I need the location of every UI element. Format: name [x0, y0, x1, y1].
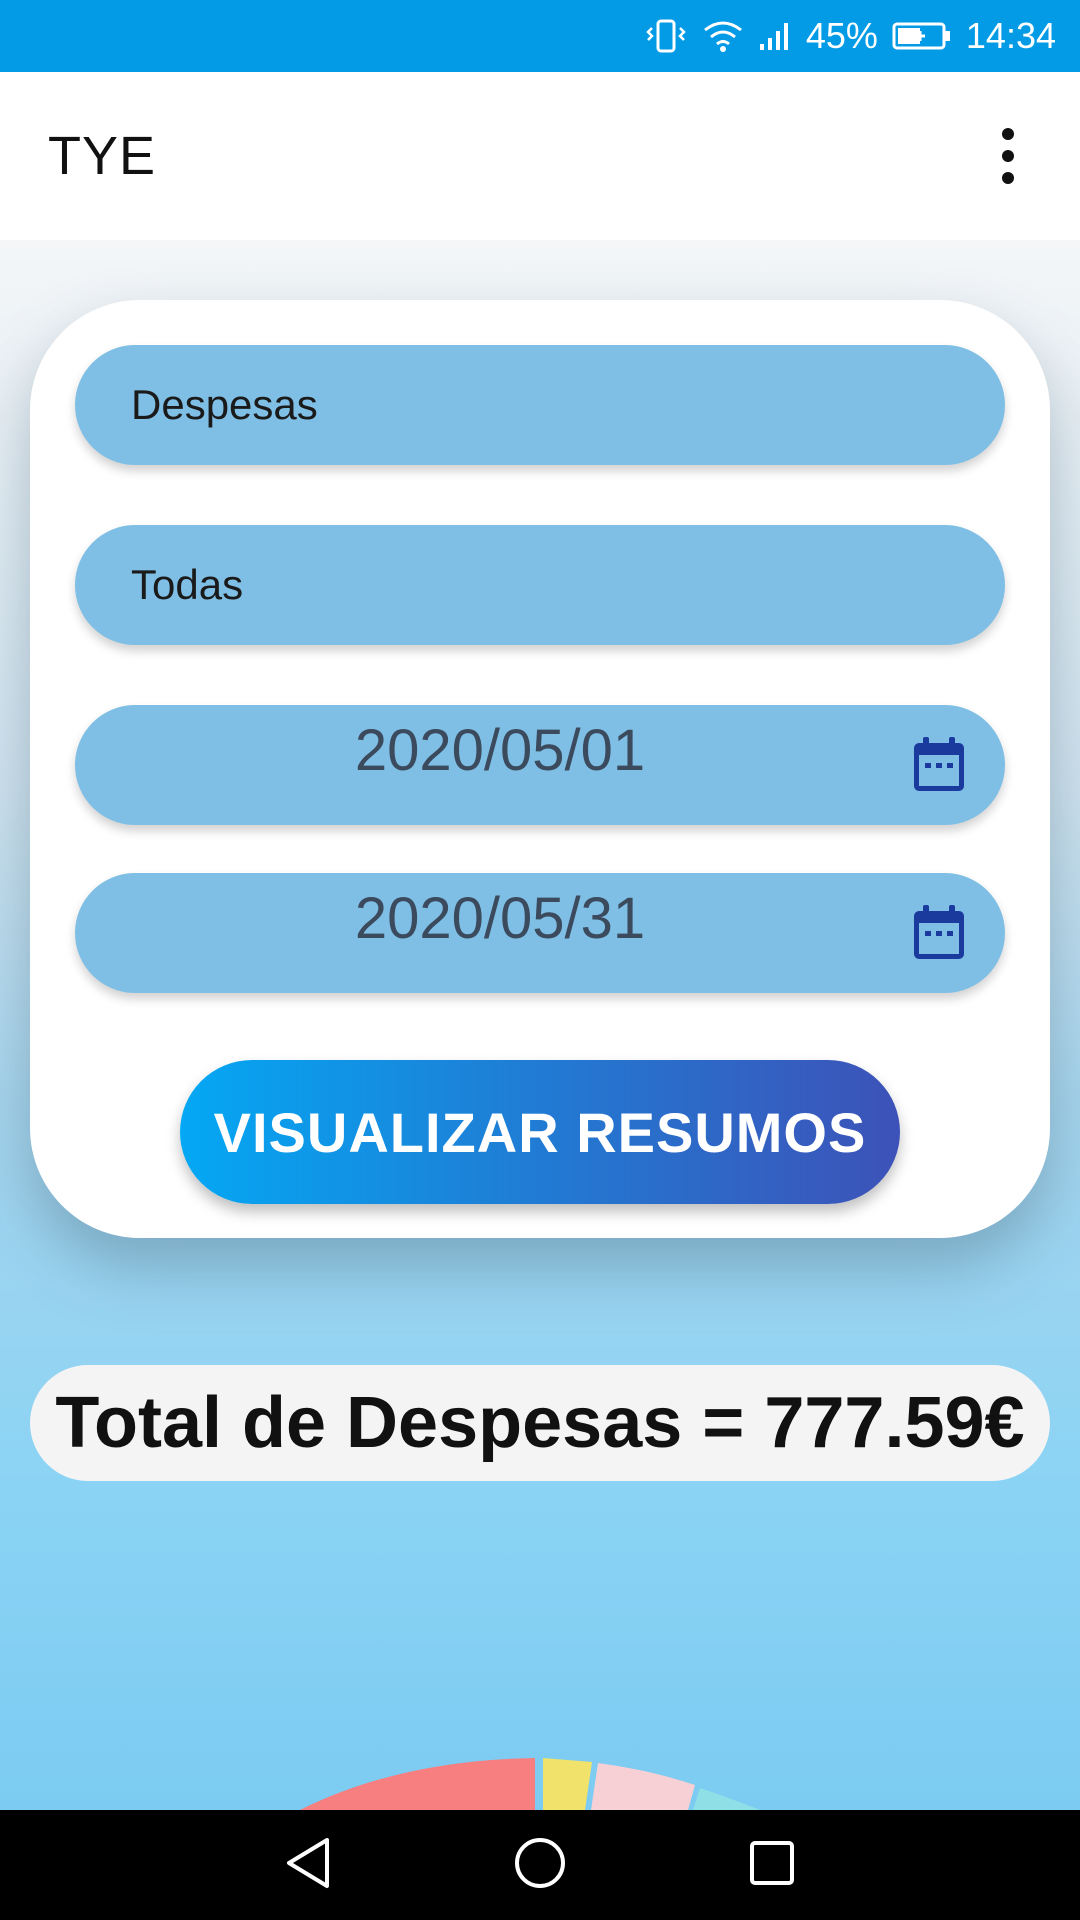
back-icon[interactable] — [283, 1836, 333, 1895]
type-dropdown[interactable]: Despesas — [75, 345, 1005, 465]
category-dropdown-value: Todas — [131, 561, 244, 608]
status-bar: 45% 14:34 — [0, 0, 1080, 72]
end-date-value: 2020/05/31 — [354, 886, 646, 951]
wifi-icon — [702, 18, 744, 54]
clock: 14:34 — [965, 15, 1056, 56]
end-date-field[interactable]: 2020/05/31 — [75, 873, 1005, 993]
filter-card: Despesas Todas 2020/05/01 2020/05/31 VIS… — [30, 300, 1050, 1238]
calendar-icon[interactable] — [911, 735, 967, 800]
total-expenses-label: Total de Despesas = 777.59€ — [30, 1365, 1050, 1481]
expenses-pie-chart — [300, 1758, 760, 1810]
type-dropdown-value: Despesas — [131, 381, 318, 428]
app-title: TYE — [48, 126, 157, 186]
app-bar: TYE — [0, 72, 1080, 240]
battery-charging-icon — [892, 21, 952, 51]
battery-percent: 45% — [805, 15, 878, 56]
pie-slice — [693, 1788, 760, 1810]
pie-slice — [543, 1758, 592, 1810]
more-vertical-icon[interactable] — [984, 116, 1032, 196]
vibrate-icon — [644, 18, 688, 54]
start-date-value: 2020/05/01 — [354, 718, 646, 783]
view-summaries-button[interactable]: VISUALIZAR RESUMOS — [180, 1060, 900, 1204]
home-icon[interactable] — [513, 1836, 567, 1895]
signal-icon — [758, 20, 792, 52]
main-content: Despesas Todas 2020/05/01 2020/05/31 VIS… — [0, 240, 1080, 1810]
start-date-field[interactable]: 2020/05/01 — [75, 705, 1005, 825]
calendar-icon[interactable] — [911, 903, 967, 968]
pie-slice — [591, 1763, 695, 1810]
pie-slice — [300, 1758, 535, 1810]
category-dropdown[interactable]: Todas — [75, 525, 1005, 645]
system-nav-bar — [0, 1810, 1080, 1920]
recents-icon[interactable] — [747, 1838, 797, 1893]
